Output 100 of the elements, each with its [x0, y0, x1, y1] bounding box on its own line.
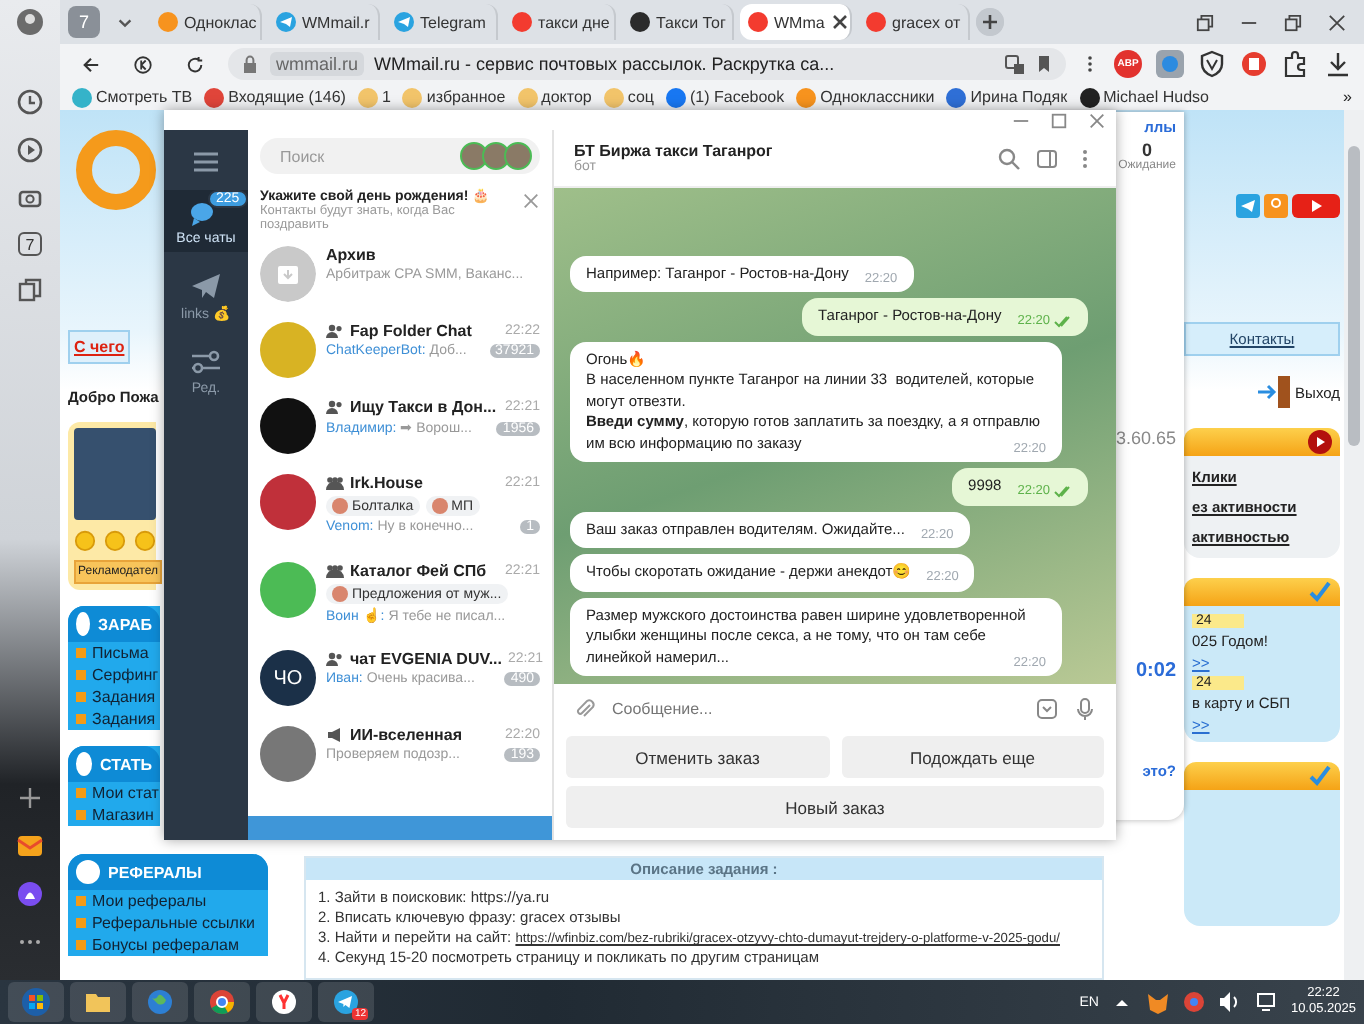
globe-icon[interactable]	[146, 988, 174, 1016]
network-icon[interactable]	[1254, 990, 1279, 1014]
fox-icon[interactable]	[1146, 990, 1171, 1014]
paperclip-icon[interactable]	[574, 697, 596, 719]
browser-tab[interactable]: Telegram	[386, 4, 498, 40]
bookmark[interactable]: Входящие (146)	[204, 87, 346, 107]
bookmark[interactable]: (1) Facebook	[665, 87, 785, 107]
maximize-icon[interactable]	[1050, 111, 1068, 129]
site-icon	[748, 12, 768, 32]
stop-extension-icon[interactable]	[1240, 50, 1268, 78]
menu-title: РЕФЕРАЛЫ	[108, 863, 202, 881]
bookmark[interactable]: 1	[357, 87, 391, 107]
reload-icon[interactable]	[186, 55, 204, 73]
menu-link[interactable]: Задания	[92, 688, 156, 706]
reply-button[interactable]: Подождать еще	[841, 736, 1104, 778]
menu-link[interactable]: Задания	[92, 710, 156, 728]
plus-icon[interactable]	[16, 784, 44, 812]
bookmark[interactable]: доктор	[517, 87, 592, 107]
video-logo-icon[interactable]	[1292, 194, 1340, 218]
waiting-count: 0	[1142, 140, 1153, 160]
browser-tab[interactable]: WMmail.r	[268, 4, 380, 40]
copy-icon[interactable]	[16, 276, 44, 304]
scrollbar-thumb[interactable]	[1348, 146, 1360, 446]
avatar-placeholder	[260, 322, 316, 378]
bookmark[interactable]: Ирина Подяк	[946, 87, 1068, 107]
shield-icon[interactable]	[1198, 50, 1226, 78]
back-icon[interactable]	[82, 55, 100, 73]
bookmark[interactable]: избранное	[402, 87, 506, 107]
start-icon[interactable]	[22, 988, 50, 1016]
folder-icon[interactable]	[84, 988, 112, 1016]
browser-tab[interactable]: Одноклас	[150, 4, 262, 40]
bookmark[interactable]: соц	[603, 87, 654, 107]
menu-link[interactable]: Мои стат	[92, 784, 159, 802]
mail-icon[interactable]	[16, 832, 44, 860]
sidebar-icon[interactable]	[1036, 147, 1058, 169]
avatar-placeholder	[260, 398, 316, 454]
bullet-icon	[76, 896, 86, 906]
menu-link[interactable]: Серфинг	[92, 666, 159, 684]
bookmark[interactable]: Смотреть ТВ	[72, 87, 193, 107]
bullet-icon	[76, 918, 86, 928]
vpn-extension-icon[interactable]	[1156, 50, 1184, 78]
play-icon[interactable]	[16, 136, 44, 164]
chat-name: Fap Folder Chat	[350, 322, 474, 340]
avatar-placeholder	[460, 142, 488, 170]
menu-link[interactable]: Бонусы рефералам	[92, 936, 239, 954]
banner-link[interactable]: С чего	[68, 330, 131, 364]
avatar-placeholder	[504, 142, 532, 170]
bullet-icon	[76, 648, 86, 658]
page-title: WMmail.ru - сервис почтовых рассылок. Раскрутка са...	[374, 54, 835, 74]
profile-avatar-icon[interactable]	[16, 8, 44, 36]
microphone-icon[interactable]	[1074, 697, 1096, 719]
url-domain: wmmail.ru	[270, 52, 365, 76]
envelope-icon	[204, 87, 225, 107]
keyboard-toggle-icon[interactable]	[1036, 697, 1058, 719]
clock-icon[interactable]	[16, 88, 44, 116]
folder-icon	[357, 87, 378, 107]
browser-tab[interactable]: такси дне	[504, 4, 616, 40]
browser-logo-icon[interactable]	[270, 988, 298, 1016]
browser-tab[interactable]: WMma	[740, 4, 852, 40]
close-icon[interactable]	[1328, 13, 1346, 31]
menu-link[interactable]: Магазин	[92, 806, 154, 824]
group-icon	[326, 564, 344, 578]
menu-emblem-icon	[76, 612, 91, 636]
translate-icon[interactable]	[1004, 54, 1024, 74]
avatar-placeholder	[260, 726, 316, 782]
menu-link[interactable]: Реферальные ссылки	[92, 914, 255, 932]
copy-icon[interactable]	[1196, 13, 1214, 31]
photo-placeholder	[74, 428, 156, 520]
chat-name: чат EVGENIA DUV...	[350, 650, 502, 668]
restore-icon[interactable]	[1284, 13, 1302, 31]
address-bar[interactable]: wmmail.ru WMmail.ru - сервис почтовых рассылок. Раскрутка са...	[228, 48, 1066, 80]
reply-button[interactable]: Отменить заказ	[566, 736, 829, 778]
download-icon[interactable]	[1324, 50, 1352, 78]
reply-button[interactable]: Новый заказ	[566, 786, 1104, 828]
browser-tab[interactable]: Такси Тог	[622, 4, 734, 40]
browser-circle-icon[interactable]	[208, 988, 236, 1016]
chat-name: Каталог Фей СПб	[350, 562, 489, 580]
search-icon[interactable]	[998, 147, 1020, 169]
browser-tab[interactable]: gracex от	[858, 4, 970, 40]
bullet-icon	[76, 714, 86, 724]
timer: 0:02	[1135, 660, 1176, 682]
chat-name: Irk.House	[350, 474, 425, 492]
site-icon	[665, 87, 686, 107]
puzzle-icon[interactable]	[1282, 50, 1310, 78]
bookmark[interactable]: Одноклассники	[796, 87, 935, 107]
chat-name: Ищу Такси в Дон...	[350, 398, 499, 416]
speaker-icon[interactable]	[1218, 990, 1243, 1014]
message-input[interactable]: Сообщение...	[612, 699, 1020, 717]
bookmark[interactable]: Michael Hudso	[1079, 87, 1209, 107]
browser-logo-icon[interactable]	[134, 55, 152, 73]
menu-link[interactable]: Письма	[92, 644, 149, 662]
menu-link[interactable]: Мои рефералы	[92, 892, 207, 910]
bookmark-icon[interactable]	[1034, 54, 1054, 74]
folder-icon	[402, 87, 423, 107]
folder-icon	[517, 87, 538, 107]
chat-name[interactable]: Архив	[326, 246, 540, 264]
more-bookmarks-button[interactable]: »	[1343, 88, 1352, 106]
close-icon[interactable]	[830, 12, 850, 32]
tab-counter[interactable]: 7	[18, 232, 42, 256]
assistant-icon[interactable]	[16, 880, 44, 908]
